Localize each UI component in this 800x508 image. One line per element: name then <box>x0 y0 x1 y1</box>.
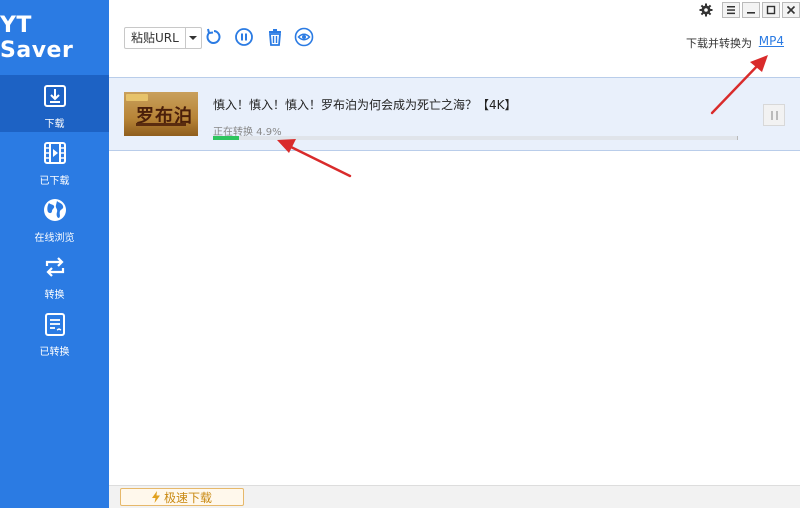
pause-all-button[interactable] <box>234 27 254 47</box>
menu-button[interactable] <box>722 2 740 18</box>
maximize-button[interactable] <box>762 2 780 18</box>
eye-icon <box>294 27 314 47</box>
video-title: 慎入！慎入！慎入！罗布泊为何会成为死亡之海？【4K】 <box>213 98 517 112</box>
maximize-icon <box>766 5 776 15</box>
refresh-button[interactable] <box>204 27 224 47</box>
sidebar-item-converted[interactable]: 已转换 <box>0 303 109 360</box>
video-thumbnail: 罗布泊 <box>124 92 198 136</box>
menu-icon <box>727 6 735 15</box>
convert-format-label: 下载并转换为 <box>686 37 752 50</box>
sidebar-item-label: 下载 <box>44 119 65 130</box>
close-icon <box>786 5 796 15</box>
sidebar-item-browse[interactable]: 在线浏览 <box>0 189 109 246</box>
chevron-down-icon <box>189 36 198 40</box>
paste-url-button[interactable]: 粘贴URL <box>124 27 202 49</box>
lightning-icon <box>151 491 160 503</box>
preview-button[interactable] <box>294 27 314 47</box>
pause-button[interactable] <box>763 104 785 126</box>
fast-download-label: 极速下载 <box>163 490 212 505</box>
sidebar-item-label: 转换 <box>44 290 65 301</box>
pause-all-icon <box>235 28 253 46</box>
sidebar-item-label: 已下载 <box>39 176 70 187</box>
paste-url-label: 粘贴URL <box>131 31 179 45</box>
convert-icon <box>45 257 64 277</box>
download-list: 罗布泊 慎入！慎入！慎入！罗布泊为何会成为死亡之海？【4K】 正在转换 4.9% <box>109 74 800 485</box>
thumbnail-subtitle-bar <box>136 123 186 126</box>
sidebar-item-convert[interactable]: 转换 <box>0 246 109 303</box>
progress-bar <box>213 136 738 140</box>
bottom-bar: 极速下载 <box>109 485 800 508</box>
pause-icon-bar <box>775 110 778 120</box>
app-title: YT Saver <box>0 12 74 63</box>
settings-button[interactable] <box>698 2 714 18</box>
converted-doc-icon <box>44 313 65 336</box>
gear-icon <box>699 3 713 17</box>
fast-download-button[interactable]: 极速下载 <box>120 488 244 506</box>
globe-icon <box>43 199 66 221</box>
pause-icon-bar <box>770 110 773 120</box>
sidebar-item-downloaded[interactable]: 已下载 <box>0 132 109 189</box>
convert-format-select[interactable]: MP4 <box>759 34 784 48</box>
close-button[interactable] <box>782 2 800 18</box>
window-controls <box>698 2 800 18</box>
refresh-icon <box>206 28 221 44</box>
delete-button[interactable] <box>265 27 285 47</box>
progress-fill <box>213 136 239 140</box>
toolbar: 粘贴URL 下载并转换为 MP4 <box>109 0 800 74</box>
minimize-icon <box>747 12 755 14</box>
download-icon <box>43 85 66 107</box>
film-icon <box>43 142 66 164</box>
sidebar: YT Saver 下载 已下载 在线浏览 转换 已转换 <box>0 0 109 508</box>
list-item[interactable]: 罗布泊 慎入！慎入！慎入！罗布泊为何会成为死亡之海？【4K】 正在转换 4.9% <box>109 77 800 151</box>
thumbnail-logo <box>126 94 148 101</box>
trash-icon <box>269 29 281 46</box>
sidebar-item-download[interactable]: 下载 <box>0 75 109 132</box>
sidebar-item-label: 已转换 <box>39 347 70 358</box>
sidebar-item-label: 在线浏览 <box>34 233 75 244</box>
paste-url-dropdown[interactable] <box>184 28 201 48</box>
minimize-button[interactable] <box>742 2 760 18</box>
